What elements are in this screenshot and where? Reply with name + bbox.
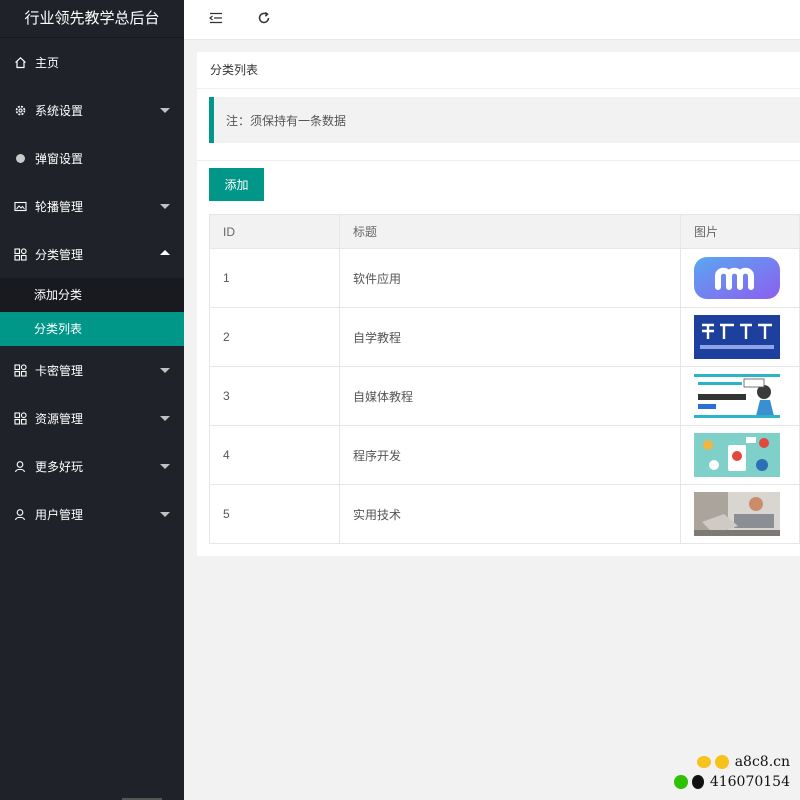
column-header-title[interactable]: 标题: [339, 214, 681, 249]
apps-icon: [13, 247, 27, 261]
sidebar-item-label: 资源管理: [35, 411, 84, 426]
thumbnail-practical-skills[interactable]: [694, 492, 780, 536]
sidebar: 行业领先教学总后台 主页 系统设置 弹窗设置 轮播管理 分类管理 添加分类 分类…: [0, 0, 184, 800]
table-row[interactable]: 1 软件应用: [209, 248, 800, 308]
chevron-down-icon: [160, 108, 170, 113]
category-list-card: 分类列表 注：须保持有一条数据 添加 ID 标题 图片 1 软件应用 2 自学教…: [197, 52, 800, 556]
top-bar: [184, 0, 800, 40]
cell-image: [680, 307, 800, 367]
sidebar-item-system-settings[interactable]: 系统设置: [0, 86, 184, 134]
thumbnail-software-logo[interactable]: [694, 256, 780, 300]
table-row[interactable]: 5 实用技术: [209, 484, 800, 544]
sidebar-subitem-add-category[interactable]: 添加分类: [0, 278, 184, 312]
chevron-down-icon: [160, 416, 170, 421]
cell-image: [680, 484, 800, 544]
sidebar-item-home[interactable]: 主页: [0, 38, 184, 86]
cell-title: 自媒体教程: [339, 366, 681, 426]
user-icon: [13, 507, 27, 521]
dot-icon: [13, 151, 27, 165]
table-header-row: ID 标题 图片: [209, 214, 800, 249]
refresh-icon: [257, 11, 271, 28]
sidebar-item-label: 分类管理: [35, 247, 84, 262]
column-header-image[interactable]: 图片: [680, 214, 800, 249]
watermark-site: a8c8.cn: [696, 754, 790, 770]
table-row[interactable]: 3 自媒体教程: [209, 366, 800, 426]
cell-title: 自学教程: [339, 307, 681, 367]
sidebar-item-resources[interactable]: 资源管理: [0, 394, 184, 442]
chevron-down-icon: [160, 512, 170, 517]
sidebar-item-more-fun[interactable]: 更多好玩: [0, 442, 184, 490]
thumbnail-media-course[interactable]: [694, 374, 780, 418]
sidebar-item-label: 弹窗设置: [35, 151, 84, 166]
collapse-menu-icon: [209, 12, 223, 27]
sidebar-item-label: 更多好玩: [35, 459, 84, 474]
note-text: 注：须保持有一条数据: [226, 113, 347, 128]
table-row[interactable]: 4 程序开发: [209, 425, 800, 485]
column-header-id[interactable]: ID: [209, 214, 340, 249]
watermark-site-text: a8c8.cn: [734, 754, 790, 770]
chevron-down-icon: [160, 204, 170, 209]
cell-id: 3: [209, 366, 340, 426]
cell-title: 程序开发: [339, 425, 681, 485]
cell-title: 软件应用: [339, 248, 681, 308]
sidebar-item-category[interactable]: 分类管理: [0, 230, 184, 278]
note-callout: 注：须保持有一条数据: [209, 97, 800, 143]
sidebar-item-users[interactable]: 用户管理: [0, 490, 184, 538]
penguin-icon: [691, 775, 704, 789]
app-title: 行业领先教学总后台: [0, 0, 184, 38]
category-table: ID 标题 图片 1 软件应用 2 自学教程 3 自媒体教程 4 程序开发 5 …: [209, 214, 800, 544]
cell-id: 4: [209, 425, 340, 485]
bee-icon: [696, 756, 711, 768]
chevron-down-icon: [160, 368, 170, 373]
apps-icon: [13, 363, 27, 377]
cell-image: [680, 248, 800, 308]
watermark-qq: 416070154: [673, 774, 790, 790]
sidebar-item-label: 系统设置: [35, 103, 84, 118]
watermark-qq-text: 416070154: [709, 774, 790, 790]
thumbnail-team-training-book[interactable]: [694, 315, 780, 359]
sidebar-subitem-category-list[interactable]: 分类列表: [0, 312, 184, 346]
chevron-up-icon: [160, 250, 170, 255]
category-submenu: 添加分类 分类列表: [0, 278, 184, 346]
cell-id: 1: [209, 248, 340, 308]
sidebar-item-label: 主页: [35, 55, 60, 70]
thumbnail-programming[interactable]: [694, 433, 780, 477]
sidebar-item-carousel[interactable]: 轮播管理: [0, 182, 184, 230]
cell-id: 2: [209, 307, 340, 367]
qq-icon: [714, 755, 729, 769]
divider: [197, 160, 800, 161]
sidebar-item-popup-settings[interactable]: 弹窗设置: [0, 134, 184, 182]
sidebar-item-label: 轮播管理: [35, 199, 84, 214]
sidebar-menu: 主页 系统设置 弹窗设置 轮播管理 分类管理: [0, 38, 184, 278]
table-row[interactable]: 2 自学教程: [209, 307, 800, 367]
cell-id: 5: [209, 484, 340, 544]
apps-icon: [13, 411, 27, 425]
card-title: 分类列表: [197, 52, 800, 89]
image-icon: [13, 199, 27, 213]
wechat-icon: [673, 775, 688, 789]
add-button[interactable]: 添加: [209, 168, 264, 201]
sidebar-item-label: 用户管理: [35, 507, 84, 522]
collapse-menu-button[interactable]: [201, 5, 231, 35]
home-icon: [13, 55, 27, 69]
user-icon: [13, 459, 27, 473]
chevron-down-icon: [160, 464, 170, 469]
sidebar-item-card-keys[interactable]: 卡密管理: [0, 346, 184, 394]
cell-image: [680, 366, 800, 426]
cell-title: 实用技术: [339, 484, 681, 544]
refresh-button[interactable]: [249, 5, 279, 35]
gear-icon: [13, 103, 27, 117]
cell-image: [680, 425, 800, 485]
sidebar-item-label: 卡密管理: [35, 363, 84, 378]
sidebar-menu-lower: 卡密管理 资源管理 更多好玩 用户管理: [0, 346, 184, 538]
